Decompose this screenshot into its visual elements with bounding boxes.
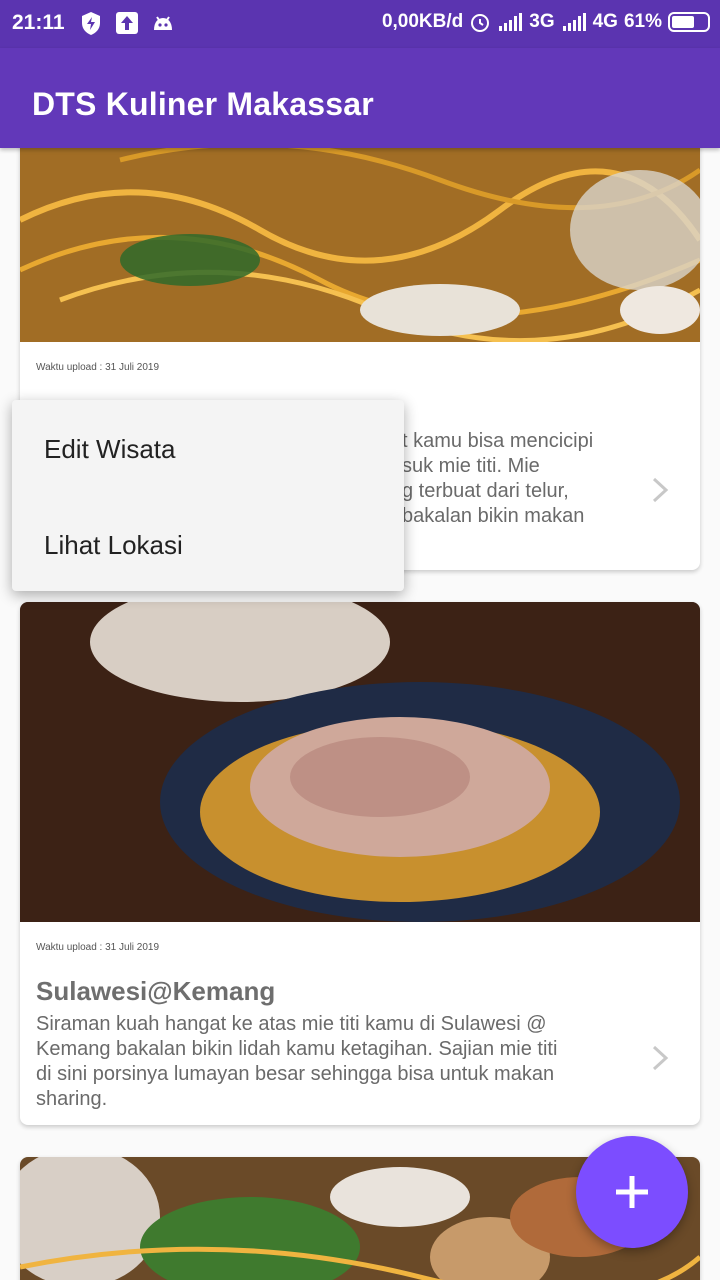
menu-item-label: Edit Wisata: [44, 434, 176, 464]
signal-icon: [499, 13, 523, 31]
plus-icon: [616, 1176, 648, 1208]
card-description: t kamu bisa mencicipi suk mie titi. Mie …: [402, 429, 652, 529]
card-description: Siraman kuah hangat ke atas mie titi kam…: [36, 1012, 626, 1112]
description-line: Siraman kuah hangat ke atas mie titi kam…: [36, 1013, 547, 1035]
upload-icon: [116, 12, 138, 34]
network-4g: 4G: [592, 11, 618, 32]
menu-item-edit-wisata[interactable]: Edit Wisata: [12, 400, 404, 495]
description-line: suk mie titi. Mie: [402, 455, 540, 477]
status-time: 21:11: [12, 11, 65, 34]
data-saver-icon: [82, 12, 100, 35]
food-card[interactable]: Waktu upload : 31 Juli 2019 Sulawesi@Kem…: [20, 602, 700, 1125]
battery-percent: 61%: [623, 11, 662, 32]
upload-date: Waktu upload : 31 Juli 2019: [36, 942, 160, 953]
upload-date: Waktu upload : 31 Juli 2019: [36, 362, 160, 373]
network-3g: 3G: [529, 11, 555, 32]
description-line: bakalan bikin makan: [402, 505, 585, 527]
app-bar: DTS Kuliner Makassar: [0, 48, 720, 148]
description-line: t kamu bisa mencicipi: [402, 430, 594, 452]
app-title: DTS Kuliner Makassar: [32, 86, 374, 122]
status-right-group: 0,00KB/d 3G 4G 61%: [382, 11, 710, 33]
description-line: sharing.: [36, 1088, 108, 1110]
menu-item-label: Lihat Lokasi: [44, 530, 183, 560]
network-speed: 0,00KB/d: [381, 11, 464, 32]
food-image: [20, 602, 700, 922]
description-line: di sini porsinya lumayan besar sehingga …: [36, 1063, 555, 1085]
description-line: Kemang bakalan bikin lidah kamu ketagiha…: [36, 1038, 558, 1060]
status-bar: 21:11 0,00KB/d 3G 4G 61%: [0, 0, 720, 48]
android-debug-icon: [154, 16, 172, 30]
chevron-right-icon: [652, 477, 669, 503]
signal-icon-2: [562, 13, 586, 31]
battery-icon: [668, 12, 710, 32]
add-button[interactable]: [576, 1136, 688, 1248]
chevron-right-icon: [652, 1045, 669, 1071]
alarm-icon: [471, 14, 490, 32]
card-title: Sulawesi@Kemang: [36, 976, 276, 1006]
description-line: g terbuat dari telur,: [402, 480, 569, 502]
context-menu: Edit Wisata Lihat Lokasi: [12, 400, 404, 591]
menu-item-lihat-lokasi[interactable]: Lihat Lokasi: [12, 496, 404, 591]
